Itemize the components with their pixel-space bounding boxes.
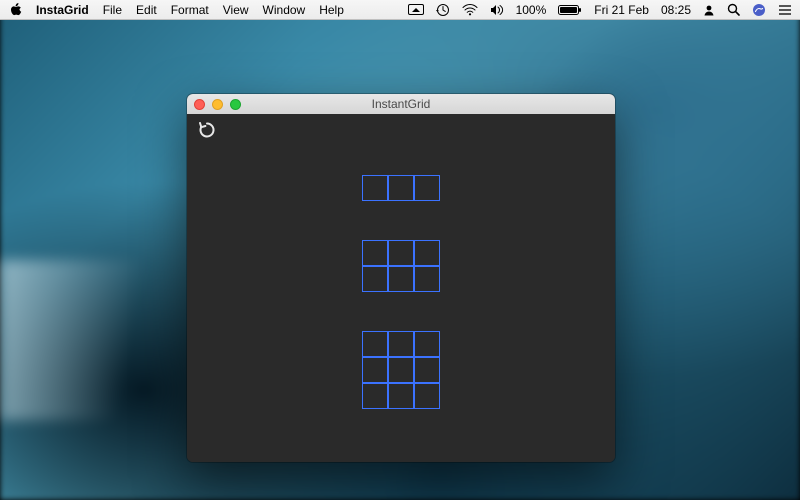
menubar-time[interactable]: 08:25 (661, 0, 691, 20)
timemachine-icon[interactable] (436, 3, 450, 17)
menu-window[interactable]: Window (263, 0, 306, 20)
menu-file[interactable]: File (103, 0, 122, 20)
grid-cell (388, 175, 414, 201)
wifi-icon[interactable] (462, 4, 478, 16)
window-minimize-button[interactable] (212, 99, 223, 110)
user-icon[interactable] (703, 4, 715, 16)
siri-icon[interactable] (752, 3, 766, 17)
menubar-date[interactable]: Fri 21 Feb (594, 0, 649, 20)
menubar-app-name[interactable]: InstaGrid (36, 0, 89, 20)
macos-menubar: InstaGrid File Edit Format View Window H… (0, 0, 800, 20)
grid-cell (362, 383, 388, 409)
grid-cell (414, 240, 440, 266)
display-mirror-icon[interactable] (408, 4, 424, 16)
grid-cell (388, 383, 414, 409)
menu-view[interactable]: View (223, 0, 249, 20)
grid-cell (414, 331, 440, 357)
spotlight-icon[interactable] (727, 3, 740, 16)
grid-option-3x3[interactable] (362, 331, 440, 409)
grid-cell (414, 266, 440, 292)
menu-edit[interactable]: Edit (136, 0, 157, 20)
grid-cell (362, 357, 388, 383)
volume-percentage: 100% (516, 0, 547, 20)
grid-cell (362, 175, 388, 201)
grid-cell (388, 357, 414, 383)
menu-format[interactable]: Format (171, 0, 209, 20)
app-canvas (187, 114, 615, 462)
grid-cell (414, 175, 440, 201)
grid-cell (414, 357, 440, 383)
app-window: InstantGrid (187, 94, 615, 462)
grid-cell (388, 266, 414, 292)
grid-cell (362, 240, 388, 266)
menu-help[interactable]: Help (319, 0, 344, 20)
grid-cell (388, 240, 414, 266)
window-close-button[interactable] (194, 99, 205, 110)
reset-icon[interactable] (197, 120, 217, 140)
window-titlebar[interactable]: InstantGrid (187, 94, 615, 115)
volume-icon[interactable] (490, 4, 504, 16)
apple-menu-icon[interactable] (10, 3, 22, 17)
battery-icon[interactable] (558, 4, 582, 16)
grid-cell (388, 331, 414, 357)
window-zoom-button[interactable] (230, 99, 241, 110)
grid-cell (414, 383, 440, 409)
grid-cell (362, 331, 388, 357)
grid-cell (362, 266, 388, 292)
window-title: InstantGrid (372, 97, 431, 111)
notification-center-icon[interactable] (778, 4, 792, 16)
grid-option-3x1[interactable] (362, 175, 440, 201)
window-traffic-lights (194, 94, 241, 114)
grid-option-3x2[interactable] (362, 240, 440, 292)
